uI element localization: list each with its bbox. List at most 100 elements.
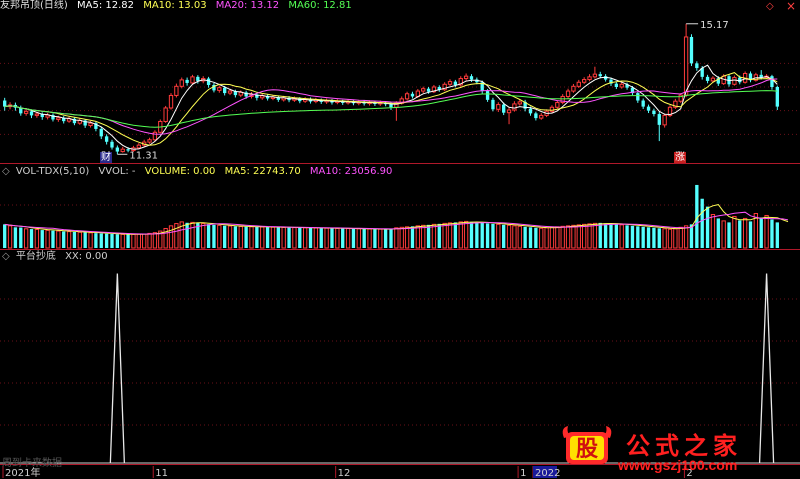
close-icon[interactable]: × [786, 0, 796, 12]
volume-bar [142, 233, 147, 249]
panel-collapse-icon[interactable]: ◇ [2, 251, 10, 262]
candle-body [463, 75, 469, 80]
volume-bar [152, 232, 158, 249]
candle [689, 34, 694, 67]
watermark-title: 公式之家 [626, 431, 742, 460]
ma60-readout: MA60: 12.81 [288, 0, 352, 11]
candle-body [598, 74, 602, 77]
candle-body [168, 94, 174, 109]
vol-ma5-readout: MA5: 22743.70 [224, 166, 301, 177]
candle-body [775, 87, 779, 107]
candle-body [174, 85, 179, 96]
volume-bar [619, 224, 624, 249]
candle-body [389, 104, 393, 108]
candle-body [636, 93, 640, 101]
candle-body [115, 147, 120, 152]
candle-body [56, 117, 61, 120]
volume-bar [238, 226, 243, 249]
candle-body [689, 36, 694, 64]
cai-marker[interactable]: 财 [100, 152, 112, 163]
candle-body [179, 79, 184, 87]
volume-bar [652, 227, 656, 248]
volume-bar [614, 224, 619, 248]
candle-body [539, 114, 544, 119]
candle-body [196, 76, 200, 81]
volume-bar [345, 228, 351, 249]
candle-body [34, 113, 40, 116]
volume-bar [260, 226, 265, 249]
volume-bar [66, 231, 72, 249]
candle-body [136, 144, 141, 149]
volume-bar [463, 220, 469, 249]
candle [463, 73, 469, 81]
volume-bar [399, 226, 404, 249]
candle-body [3, 100, 7, 107]
candle [614, 81, 619, 90]
volume-bar [383, 229, 388, 248]
candle [421, 86, 426, 94]
volume-bar [23, 228, 29, 249]
volume-bar [330, 228, 334, 248]
candle-body [565, 90, 571, 97]
volume-bar [549, 226, 555, 249]
volume-bar [378, 228, 383, 249]
candle-body [29, 111, 34, 116]
volume-bar [565, 225, 571, 249]
volume-bar [110, 234, 114, 248]
volume-bar [437, 223, 441, 248]
candle-body [502, 104, 506, 113]
candle-body [576, 81, 581, 87]
volume-bar [394, 227, 399, 249]
panel-collapse-icon[interactable]: ◇ [2, 166, 10, 177]
volume-bar [705, 206, 710, 248]
chart-canvas[interactable]: 15.1711.31 2021年 11 12 1 22022 [0, 0, 800, 479]
float-window-icon[interactable]: ◇ [766, 2, 774, 12]
candle [104, 134, 109, 145]
x-tick-label: 11 [155, 468, 168, 479]
volume-bar [99, 233, 103, 248]
volume-panel-header: ◇ VOL-TDX(5,10) VVOL: - VOLUME: 0.00 MA5… [2, 166, 398, 178]
candle [770, 74, 774, 90]
volume-bar [298, 227, 302, 248]
volume-bar [255, 226, 259, 248]
volume-bar [700, 198, 704, 248]
candle [458, 76, 463, 87]
candle [539, 113, 544, 120]
candle [652, 108, 656, 117]
volume-bar [485, 223, 490, 248]
candle [447, 79, 453, 86]
volume-bar [576, 224, 581, 249]
volume-bar [512, 225, 517, 249]
candle-body [88, 122, 93, 127]
candle [667, 105, 673, 118]
volume-bar [770, 219, 774, 248]
volume-bar [19, 227, 23, 248]
candle [410, 91, 415, 99]
volume-bar [534, 227, 538, 248]
volume-bar [738, 220, 742, 248]
volume-bar [421, 224, 426, 249]
candle-body [683, 36, 689, 96]
volume-bar [609, 223, 613, 248]
candle [587, 74, 592, 82]
volume-readout: VOLUME: 0.00 [144, 166, 216, 177]
price-candles [3, 23, 779, 155]
stock-title: 友邦吊顶(日线) [0, 0, 68, 11]
volume-bar [373, 229, 377, 248]
volume-bar [678, 226, 683, 249]
candle [115, 145, 120, 155]
candle-body [770, 76, 774, 87]
candle-body [190, 76, 195, 84]
candle-body [453, 81, 458, 85]
volume-bar [748, 221, 753, 248]
volume-bar [56, 230, 61, 249]
volume-bar [3, 224, 7, 248]
volume-bar [673, 228, 678, 249]
candle-body [469, 76, 474, 80]
candle [179, 77, 184, 89]
candle-body [517, 101, 522, 105]
zhang-marker[interactable]: 涨 [674, 152, 686, 163]
candle [147, 137, 152, 144]
volume-bar [281, 226, 286, 249]
volume-bar [212, 224, 216, 248]
